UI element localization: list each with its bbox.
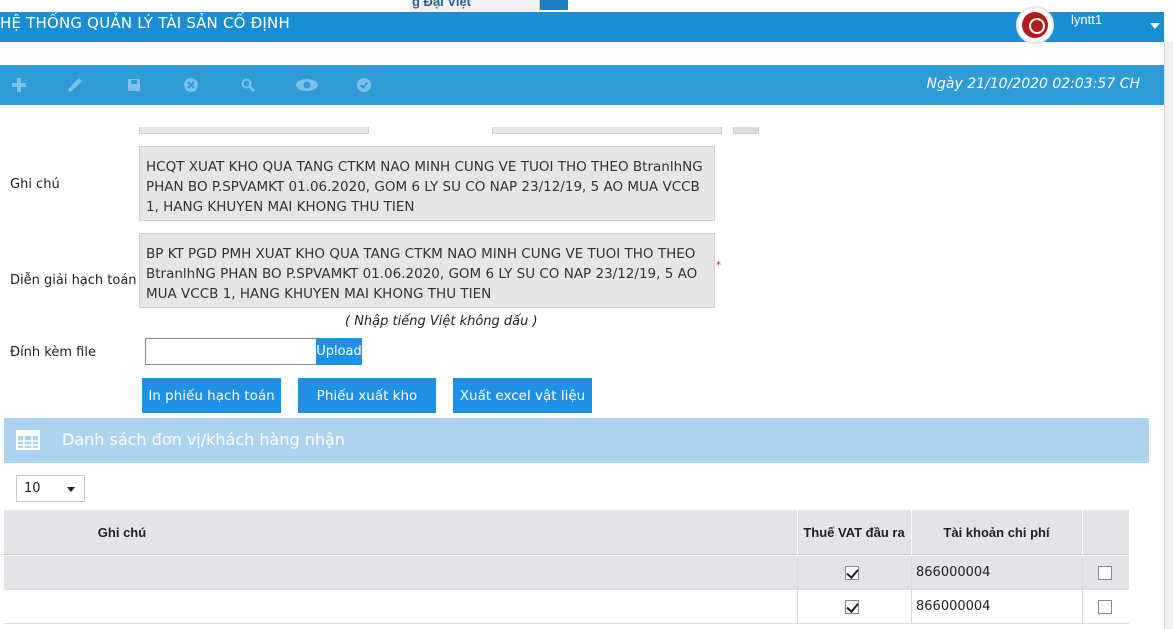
user-avatar[interactable] [1016,6,1054,44]
chevron-down-icon[interactable] [1150,23,1160,29]
top-strip [0,0,1173,12]
page-size-select[interactable]: 10 [16,475,85,502]
expense-account: 866000004 [916,565,991,580]
column-divider [1082,590,1083,624]
username[interactable]: lyntt1 [1071,12,1102,27]
issue-slip-button[interactable]: Phiếu xuất kho [298,378,436,413]
export-excel-button[interactable]: Xuất excel vật liệu [453,378,592,413]
toolbar: Ngày 21/10/2020 02:03:57 CH [0,65,1164,105]
note-label: Ghi chú [10,177,60,192]
column-divider [797,590,798,624]
page-scrollbar[interactable] [1164,42,1173,629]
add-icon[interactable] [9,75,29,95]
view-icon[interactable] [295,75,319,95]
accounting-label: Diễn giải hạch toán [10,273,137,288]
table-header: Ghi chú Thuế VAT đầu ra Tài khoản chi ph… [4,510,1129,555]
note-textarea[interactable]: HCQT XUAT KHO QUA TANG CTKM NAO MINH CUN… [139,146,715,221]
app-title: HỆ THỐNG QUẢN LÝ TÀI SẢN CỐ ĐỊNH [0,14,290,32]
row-select-checkbox[interactable] [1098,600,1112,614]
current-datetime: Ngày 21/10/2020 02:03:57 CH [926,76,1140,92]
tab-accent [540,0,568,10]
column-divider [797,556,798,590]
page-size-value: 10 [24,481,41,496]
vat-checkbox[interactable] [845,566,859,580]
scrolled-field[interactable] [492,127,722,134]
panel-title: Danh sách đơn vị/khách hàng nhận [62,430,345,449]
search-icon[interactable] [238,75,258,95]
app-header: HỆ THỐNG QUẢN LÝ TÀI SẢN CỐ ĐỊNH lyntt1 [0,6,1164,44]
input-hint: ( Nhập tiếng Việt không dấu ) [345,314,538,329]
column-divider [911,590,912,624]
column-divider [1082,556,1083,590]
vat-checkbox[interactable] [845,600,859,614]
expense-account: 866000004 [916,599,991,614]
scrolled-button[interactable] [733,127,759,134]
column-header-vat[interactable]: Thuế VAT đầu ra [797,510,911,555]
column-divider [911,556,912,590]
column-header-note[interactable]: Ghi chú [4,510,240,555]
chevron-down-icon [67,487,75,492]
table-icon [16,430,40,450]
approve-icon[interactable] [354,75,374,95]
browser-tab[interactable]: g Đại Việt [408,0,540,12]
row-select-checkbox[interactable] [1098,566,1112,580]
attach-label: Đính kèm file [10,345,96,360]
column-divider [1082,510,1083,555]
accounting-textarea[interactable]: BP KT PGD PMH XUAT KHO QUA TANG CTKM NAO… [139,233,715,308]
cancel-icon[interactable] [181,75,201,95]
logo-icon [1022,12,1048,38]
upload-button[interactable]: Upload [316,338,362,365]
edit-icon[interactable] [65,75,85,95]
column-header-expense-account[interactable]: Tài khoản chi phí [911,510,1082,555]
table-row[interactable]: 866000004 [4,590,1129,624]
browser-tab-label: g Đại Việt [412,0,472,9]
scrolled-field[interactable] [139,127,369,134]
file-input[interactable] [145,338,317,365]
required-mark: * [716,260,721,271]
panel-header: Danh sách đơn vị/khách hàng nhận [4,418,1149,463]
table-row[interactable]: 866000004 [4,556,1129,590]
save-icon[interactable] [124,75,144,95]
print-voucher-button[interactable]: In phiếu hạch toán [142,378,281,413]
